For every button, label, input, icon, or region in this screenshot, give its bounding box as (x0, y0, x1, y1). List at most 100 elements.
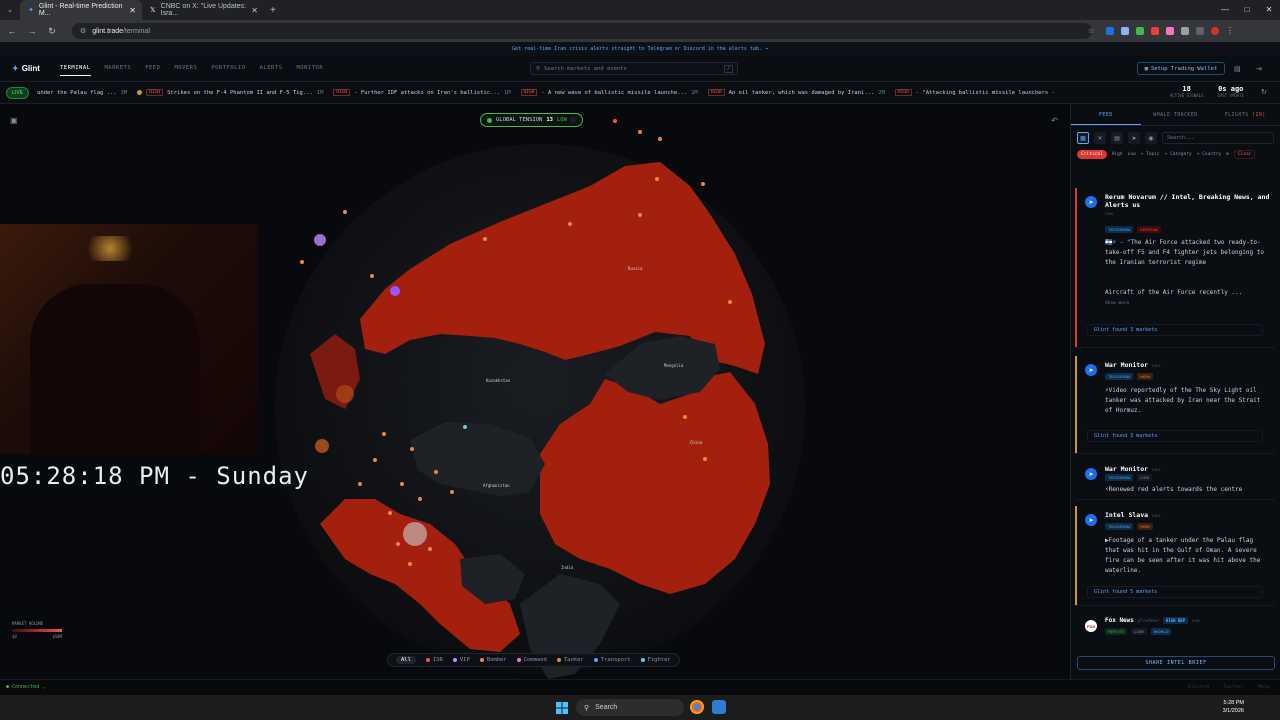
filter-bomber[interactable]: Bomber (479, 657, 507, 663)
more-menu-icon[interactable]: ⋮ (1226, 27, 1234, 35)
filter-high[interactable]: High (1112, 152, 1123, 157)
x-source-icon[interactable]: ✕ (1094, 132, 1106, 144)
close-tab-icon[interactable]: ✕ (129, 6, 136, 15)
bookmark-star-icon[interactable]: ☆ (1088, 27, 1094, 35)
feed-card[interactable]: ➤ Intel Slava now TELEGRAM HIGH ▶Footage… (1075, 506, 1275, 606)
filter-critical[interactable]: Critical (1077, 150, 1107, 159)
share-intel-brief-button[interactable]: SHARE INTEL BRIEF (1077, 656, 1275, 670)
reload-icon[interactable]: ↻ (46, 26, 58, 37)
filter-fighter[interactable]: Fighter (640, 657, 671, 663)
extension-icon[interactable] (1166, 27, 1174, 35)
minimize-icon[interactable]: — (1214, 0, 1236, 20)
nav-movers[interactable]: MOVERS (174, 61, 197, 76)
nav-markets[interactable]: MARKETS (105, 61, 132, 76)
maximize-icon[interactable]: □ (1236, 0, 1258, 20)
camera-icon[interactable]: ▣ (10, 116, 18, 125)
layout-icon[interactable]: ▤ (1234, 65, 1241, 73)
filter-vip[interactable]: VIP (452, 657, 470, 663)
ticker-item[interactable]: HIGH - A new wave of ballistic missile la… (520, 89, 698, 96)
profile-avatar[interactable] (1211, 27, 1219, 35)
telegram-source-icon[interactable]: ➤ (1128, 132, 1140, 144)
new-tab-icon[interactable]: + (270, 5, 276, 16)
market-search-input[interactable]: ⚲ Search markets and events / (530, 62, 738, 75)
extension-icon[interactable] (1136, 27, 1144, 35)
back-icon[interactable]: ← (6, 26, 18, 36)
alert-banner[interactable]: Get real-time Iran crisis alerts straigh… (0, 42, 1280, 56)
refresh-icon[interactable]: ↻ (1261, 88, 1267, 96)
filter-topic[interactable]: + Topic (1141, 152, 1160, 157)
site-info-icon[interactable]: ⚙ (80, 27, 86, 35)
tab-cnbc[interactable]: 𝕏 CNBC on X: "Live Updates: Isra... ✕ (142, 0, 264, 20)
tab-feed[interactable]: FEED (1071, 104, 1141, 125)
reset-view-icon[interactable]: ↶ (1051, 116, 1058, 125)
grid-view-icon[interactable]: ▦ (1077, 132, 1089, 144)
feed-card[interactable]: ➤ War Monitor now TELEGRAM HIGH ⚡Video r… (1075, 356, 1275, 454)
chrome-icon[interactable] (690, 700, 704, 714)
clear-filters-button[interactable]: Clear (1233, 150, 1256, 159)
ticker-item[interactable]: HIGH - "Attacking ballistic missile launc… (894, 89, 1055, 96)
tension-dot (487, 117, 492, 123)
card-source: Fox News @FoxNews HIGH REP now (1105, 617, 1200, 624)
setup-wallet-button[interactable]: ▣ Setup Trading Wallet (1137, 62, 1225, 75)
filter-category[interactable]: + Category (1165, 152, 1192, 157)
country-label: India (561, 565, 574, 570)
filter-tanker[interactable]: Tanker (556, 657, 584, 663)
filter-transport[interactable]: Transport (593, 657, 631, 663)
tab-menu-icon[interactable]: ⌄ (4, 6, 16, 14)
info-icon[interactable]: ⓘ (571, 116, 577, 124)
ticker-item[interactable]: HIGH Strikes on the F-4 Phantom II and F-… (137, 89, 323, 96)
feed-card[interactable]: FOX Fox News @FoxNews HIGH REP now REPOS… (1075, 612, 1275, 646)
logout-icon[interactable]: ⇥ (1256, 65, 1262, 73)
close-window-icon[interactable]: ✕ (1258, 0, 1280, 20)
taskbar-search[interactable]: ⚲ Search (576, 699, 684, 716)
markets-found-button[interactable]: Glint found 3 markets (1087, 430, 1263, 442)
extension-icon[interactable] (1151, 27, 1159, 35)
url-field[interactable]: ⚙ glint.trade/terminal ☆ (72, 23, 1094, 39)
ticker-item[interactable]: HIGH An oil tanker, which was damaged by … (707, 89, 885, 96)
glint-logo[interactable]: ✦ Glint (12, 64, 60, 73)
filter-isr[interactable]: ISR (425, 657, 443, 663)
connection-status[interactable]: ● Connected ⌄ (6, 684, 45, 690)
light-decoration (80, 236, 140, 261)
global-tension-badge[interactable]: GLOBAL TENSION 13 LOW ⓘ (480, 113, 584, 127)
news-source-icon[interactable]: ▤ (1111, 132, 1123, 144)
twitter-link[interactable]: Twitter (1223, 680, 1244, 695)
forward-icon[interactable]: → (26, 26, 38, 36)
taskbar-clock[interactable]: 5:28 PM 3/1/2026 (1223, 699, 1244, 715)
markets-found-button[interactable]: Glint found 3 markets (1087, 324, 1263, 336)
extension-icon[interactable] (1106, 27, 1114, 35)
filter-all[interactable]: All (396, 656, 416, 664)
ticker-item[interactable]: HIGH - Further IDF attacks on Iran's ball… (333, 89, 511, 96)
help-link[interactable]: Help (1258, 680, 1270, 695)
filter-country[interactable]: + Country (1197, 152, 1221, 157)
ticker-item[interactable]: under the Palau flag ... 3M (37, 89, 127, 96)
tab-flights[interactable]: FLIGHTS (19) (1210, 104, 1280, 125)
show-more-link[interactable]: Show more (1105, 301, 1129, 306)
nav-monitor[interactable]: MONITOR (297, 61, 324, 76)
feed-search-input[interactable]: Search... (1162, 132, 1274, 144)
feed-card[interactable]: ➤ Rerum Novarum // Intel, Breaking News,… (1075, 188, 1275, 348)
tab-whale-tracker[interactable]: WHALE TRACKER (1141, 104, 1211, 125)
filter-low[interactable]: Low (1128, 152, 1136, 157)
puzzle-icon[interactable] (1196, 27, 1204, 35)
extension-icon[interactable] (1181, 27, 1189, 35)
close-tab-icon[interactable]: ✕ (251, 6, 258, 15)
extension-icon[interactable] (1121, 27, 1129, 35)
filter-settings-icon[interactable]: ⚙ (1226, 152, 1229, 157)
tab-glint[interactable]: ✦ Glint - Real-time Prediction M... ✕ (20, 0, 142, 20)
nav-feed[interactable]: FEED (145, 61, 160, 76)
app-icon[interactable] (712, 700, 726, 714)
extensions: ⋮ (1106, 27, 1234, 35)
nav-alerts[interactable]: ALERTS (260, 61, 283, 76)
person-silhouette (30, 284, 200, 454)
filter-command[interactable]: Command (516, 657, 547, 663)
windows-start-icon[interactable] (556, 702, 568, 714)
nav-portfolio[interactable]: PORTFOLIO (211, 61, 245, 76)
feed-card[interactable]: ➤ War Monitor now TELEGRAM LOW ⚡Renewed … (1075, 460, 1275, 500)
markets-found-button[interactable]: Glint found 5 markets (1087, 586, 1263, 598)
eye-icon[interactable]: ◉ (1145, 132, 1157, 144)
nav-terminal[interactable]: TERMINAL (60, 61, 91, 76)
discord-link[interactable]: Discord (1188, 680, 1209, 695)
telegram-avatar: ➤ (1085, 468, 1097, 480)
card-text: 🇮🇱⚡ - "The Air Force attacked two ready-… (1105, 239, 1264, 266)
